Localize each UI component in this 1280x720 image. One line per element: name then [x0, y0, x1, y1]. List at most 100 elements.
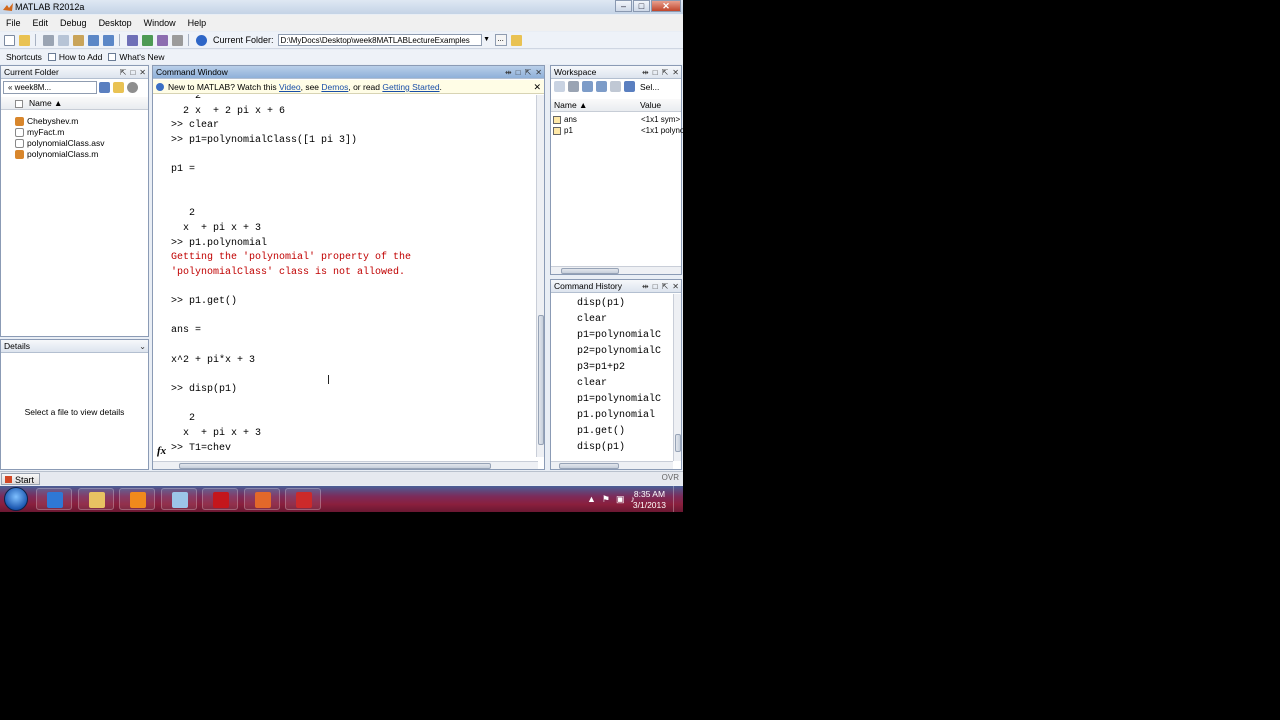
gear-icon[interactable]: [127, 82, 138, 93]
layout-icon[interactable]: [172, 34, 183, 46]
value-column-header[interactable]: Value: [640, 99, 661, 112]
taskbar-media-button[interactable]: [119, 488, 155, 510]
history-entry[interactable]: p1=polynomialC: [577, 394, 661, 406]
how-to-add-link[interactable]: How to Add: [47, 52, 102, 62]
taskbar-ie-button[interactable]: [36, 488, 72, 510]
open-variable-icon[interactable]: [568, 81, 579, 92]
close-button[interactable]: ✕: [651, 0, 681, 12]
open-folder-icon[interactable]: [19, 34, 30, 46]
maximize-panel-icon[interactable]: □: [653, 66, 658, 79]
file-item[interactable]: Chebyshev.m: [15, 116, 78, 127]
workspace-variable[interactable]: p1 <1x1 polyno: [553, 125, 683, 136]
menu-file[interactable]: File: [0, 18, 27, 28]
help-icon[interactable]: [196, 34, 207, 46]
show-desktop-button[interactable]: [673, 486, 683, 512]
paste-icon[interactable]: [73, 34, 84, 46]
menu-debug[interactable]: Debug: [54, 18, 93, 28]
actions-icon[interactable]: ⇹: [642, 280, 649, 293]
file-item[interactable]: myFact.m: [15, 127, 64, 138]
scrollbar-thumb[interactable]: [179, 463, 491, 469]
close-panel-icon[interactable]: ✕: [672, 280, 679, 293]
history-entry[interactable]: p1.get(): [577, 426, 625, 438]
maximize-panel-icon[interactable]: □: [130, 66, 135, 79]
horizontal-scrollbar[interactable]: [551, 266, 681, 274]
menu-edit[interactable]: Edit: [27, 18, 55, 28]
command-output[interactable]: 2 2 x + 2 pi x + 6 >> clear >> p1=polynomi…: [153, 95, 538, 461]
close-panel-icon[interactable]: ✕: [139, 66, 146, 79]
workspace-variable[interactable]: ans <1x1 sym>: [553, 114, 681, 125]
history-entry[interactable]: disp(p1): [577, 298, 625, 310]
guide-icon[interactable]: [142, 34, 153, 46]
system-clock[interactable]: 8:35 AM 3/1/2013: [633, 489, 666, 511]
cut-icon[interactable]: [43, 34, 54, 46]
history-entry[interactable]: p3=p1+p2: [577, 362, 625, 374]
history-entry[interactable]: disp(p1): [577, 442, 625, 454]
undock-icon[interactable]: ⇱: [662, 280, 669, 293]
profiler-icon[interactable]: [157, 34, 168, 46]
select-data-dropdown[interactable]: Sel...: [640, 82, 659, 92]
file-item[interactable]: polynomialClass.m: [15, 149, 98, 160]
name-column-header[interactable]: Name ▲: [29, 97, 62, 110]
browse-folder-button[interactable]: ...: [494, 34, 507, 46]
demos-link[interactable]: Demos: [321, 82, 348, 92]
menu-desktop[interactable]: Desktop: [93, 18, 138, 28]
save-icon[interactable]: [582, 81, 593, 92]
history-entry[interactable]: p1.polynomial: [577, 410, 655, 422]
scrollbar-thumb[interactable]: [559, 463, 619, 469]
undock-icon[interactable]: ⇱: [662, 66, 669, 79]
vertical-scrollbar[interactable]: [673, 294, 681, 461]
scrollbar-thumb[interactable]: [561, 268, 619, 274]
function-browser-icon[interactable]: fx: [157, 445, 166, 457]
new-file-icon[interactable]: [4, 34, 15, 46]
flag-icon[interactable]: ⚑: [602, 494, 610, 505]
tray-expand-icon[interactable]: ▲: [587, 494, 596, 505]
taskbar-recorder-button[interactable]: [285, 488, 321, 510]
taskbar-notes-button[interactable]: [160, 488, 197, 510]
plot-selector-icon[interactable]: [624, 81, 635, 92]
history-entry[interactable]: clear: [577, 378, 607, 390]
taskbar-explorer-button[interactable]: [77, 488, 114, 510]
minimize-button[interactable]: –: [615, 0, 632, 12]
folder-path-field[interactable]: « week8M...: [3, 81, 97, 94]
windows-start-orb[interactable]: [4, 487, 28, 511]
new-variable-icon[interactable]: [554, 81, 565, 92]
video-link[interactable]: Video: [279, 82, 301, 92]
shortcuts-link[interactable]: Shortcuts: [6, 52, 42, 62]
horizontal-scrollbar[interactable]: [551, 461, 673, 469]
taskbar-acrobat-button[interactable]: [202, 488, 238, 510]
getting-started-link[interactable]: Getting Started: [382, 82, 439, 92]
details-header[interactable]: Details ⌄: [1, 340, 148, 353]
history-entry[interactable]: p1=polynomialC: [577, 330, 661, 342]
maximize-panel-icon[interactable]: □: [516, 66, 521, 79]
actions-icon[interactable]: ⇹: [505, 66, 512, 79]
scrollbar-thumb[interactable]: [675, 434, 681, 452]
import-icon[interactable]: [596, 81, 607, 92]
undock-icon[interactable]: ⇱: [525, 66, 532, 79]
undock-icon[interactable]: ⇱: [120, 66, 127, 79]
actions-icon[interactable]: ⇹: [642, 66, 649, 79]
file-item[interactable]: polynomialClass.asv: [15, 138, 104, 149]
maximize-panel-icon[interactable]: □: [653, 280, 658, 293]
maximize-button[interactable]: □: [633, 0, 650, 12]
close-banner-icon[interactable]: ✕: [533, 80, 541, 94]
delete-icon[interactable]: [610, 81, 621, 92]
simulink-icon[interactable]: [127, 34, 138, 46]
close-panel-icon[interactable]: ✕: [535, 66, 542, 79]
history-entry[interactable]: p2=polynomialC: [577, 346, 661, 358]
redo-icon[interactable]: [103, 34, 114, 46]
new-folder-icon[interactable]: [113, 82, 124, 93]
network-icon[interactable]: ▣: [616, 494, 625, 505]
close-panel-icon[interactable]: ✕: [672, 66, 679, 79]
chevron-down-icon[interactable]: ▼: [482, 34, 492, 46]
up-folder-icon[interactable]: [510, 34, 522, 46]
name-column-header[interactable]: Name ▲: [554, 99, 587, 112]
horizontal-scrollbar[interactable]: [153, 461, 538, 469]
matlab-start-button[interactable]: Start: [1, 473, 41, 485]
menu-help[interactable]: Help: [182, 18, 213, 28]
file-list-header[interactable]: Name ▲: [1, 97, 148, 110]
chevron-down-icon[interactable]: ⌄: [139, 340, 146, 353]
history-entry[interactable]: clear: [577, 314, 607, 326]
whats-new-link[interactable]: What's New: [108, 52, 164, 62]
current-folder-field[interactable]: D:\MyDocs\Desktop\week8MATLABLectureExam…: [277, 34, 482, 46]
vertical-scrollbar[interactable]: [536, 95, 544, 457]
